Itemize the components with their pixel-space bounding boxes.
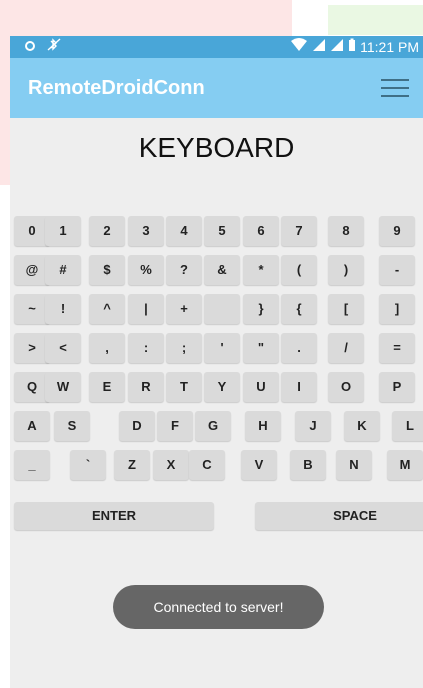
keyboard-key[interactable]: " bbox=[243, 333, 279, 363]
keyboard-key[interactable]: ' bbox=[204, 333, 240, 363]
keyboard-key[interactable]: L bbox=[392, 411, 423, 441]
keyboard-key[interactable]: R bbox=[128, 372, 164, 402]
signal-icon bbox=[312, 38, 326, 55]
bluetooth-off-icon bbox=[46, 38, 62, 55]
keyboard-key[interactable]: V bbox=[241, 450, 277, 480]
keyboard-key[interactable]: 2 bbox=[89, 216, 125, 246]
battery-icon bbox=[348, 38, 356, 55]
signal-icon bbox=[330, 38, 344, 55]
hamburger-menu-icon[interactable] bbox=[381, 79, 409, 97]
keyboard-key[interactable]: ! bbox=[45, 294, 81, 324]
keyboard-key[interactable]: ? bbox=[166, 255, 202, 285]
keyboard-title: KEYBOARD bbox=[138, 132, 295, 163]
keyboard-key[interactable]: O bbox=[328, 372, 364, 402]
keyboard-key[interactable]: U bbox=[243, 372, 279, 402]
keyboard-key[interactable]: 5 bbox=[204, 216, 240, 246]
keyboard-key[interactable]: . bbox=[281, 333, 317, 363]
keyboard-key[interactable]: } bbox=[243, 294, 279, 324]
keyboard-key[interactable]: & bbox=[204, 255, 240, 285]
keyboard-key[interactable]: + bbox=[166, 294, 202, 324]
keyboard-key[interactable]: { bbox=[281, 294, 317, 324]
keyboard-key[interactable]: A bbox=[14, 411, 50, 441]
keyboard-key[interactable]: C bbox=[189, 450, 225, 480]
keyboard-key[interactable]: # bbox=[45, 255, 81, 285]
keyboard-key[interactable]: = bbox=[379, 333, 415, 363]
keyboard-key[interactable]: 8 bbox=[328, 216, 364, 246]
keyboard-key[interactable]: 7 bbox=[281, 216, 317, 246]
keyboard-key[interactable]: - bbox=[379, 255, 415, 285]
keyboard-key[interactable]: F bbox=[157, 411, 193, 441]
keyboard-key[interactable]: I bbox=[281, 372, 317, 402]
background-green-area bbox=[328, 5, 423, 35]
keyboard-key[interactable]: 6 bbox=[243, 216, 279, 246]
keyboard-key[interactable]: T bbox=[166, 372, 202, 402]
keyboard-key[interactable]: , bbox=[89, 333, 125, 363]
keyboard-key[interactable]: X bbox=[153, 450, 189, 480]
wifi-icon bbox=[290, 38, 308, 55]
keyboard-key[interactable]: ] bbox=[379, 294, 415, 324]
keyboard-key[interactable]: ` bbox=[70, 450, 106, 480]
keyboard-key[interactable]: M bbox=[387, 450, 423, 480]
keyboard-key[interactable]: * bbox=[243, 255, 279, 285]
keyboard-key[interactable]: N bbox=[336, 450, 372, 480]
app-bar: RemoteDroidConn bbox=[10, 58, 423, 118]
keyboard-key[interactable]: D bbox=[119, 411, 155, 441]
keyboard-key[interactable]: : bbox=[128, 333, 164, 363]
keyboard-key[interactable]: < bbox=[45, 333, 81, 363]
keyboard-key[interactable]: P bbox=[379, 372, 415, 402]
phone-screen: 11:21 PM RemoteDroidConn KEYBOARD 012345… bbox=[10, 36, 423, 688]
keyboard-key[interactable]: ; bbox=[166, 333, 202, 363]
keyboard-key[interactable]: 3 bbox=[128, 216, 164, 246]
keyboard-key[interactable] bbox=[204, 294, 240, 324]
keyboard-key[interactable]: W bbox=[45, 372, 81, 402]
keyboard-key[interactable]: B bbox=[290, 450, 326, 480]
keyboard-key[interactable]: 4 bbox=[166, 216, 202, 246]
keyboard-key[interactable]: S bbox=[54, 411, 90, 441]
keyboard-key[interactable]: / bbox=[328, 333, 364, 363]
keyboard-key[interactable]: 9 bbox=[379, 216, 415, 246]
keyboard-key[interactable]: 1 bbox=[45, 216, 81, 246]
keyboard-key[interactable]: H bbox=[245, 411, 281, 441]
keyboard-key[interactable]: G bbox=[195, 411, 231, 441]
keyboard-key[interactable]: [ bbox=[328, 294, 364, 324]
app-title: RemoteDroidConn bbox=[28, 77, 205, 99]
keyboard-key[interactable]: Y bbox=[204, 372, 240, 402]
keyboard-key[interactable]: K bbox=[344, 411, 380, 441]
status-bar: 11:21 PM bbox=[10, 36, 423, 58]
keyboard-key[interactable]: E bbox=[89, 372, 125, 402]
keyboard-key[interactable]: $ bbox=[89, 255, 125, 285]
keyboard-key[interactable]: % bbox=[128, 255, 164, 285]
circle-notification-icon bbox=[24, 39, 36, 55]
status-time: 11:21 PM bbox=[360, 38, 419, 55]
keyboard-key[interactable]: J bbox=[295, 411, 331, 441]
toast-message: Connected to server! bbox=[113, 585, 324, 629]
keyboard-key[interactable]: | bbox=[128, 294, 164, 324]
keyboard-key[interactable]: ( bbox=[281, 255, 317, 285]
keyboard-key[interactable]: Z bbox=[114, 450, 150, 480]
keyboard-key[interactable]: ^ bbox=[89, 294, 125, 324]
keyboard-key[interactable]: ) bbox=[328, 255, 364, 285]
enter-key[interactable]: ENTER bbox=[14, 502, 214, 530]
keyboard-key[interactable]: _ bbox=[14, 450, 50, 480]
space-key[interactable]: SPACE bbox=[255, 502, 423, 530]
